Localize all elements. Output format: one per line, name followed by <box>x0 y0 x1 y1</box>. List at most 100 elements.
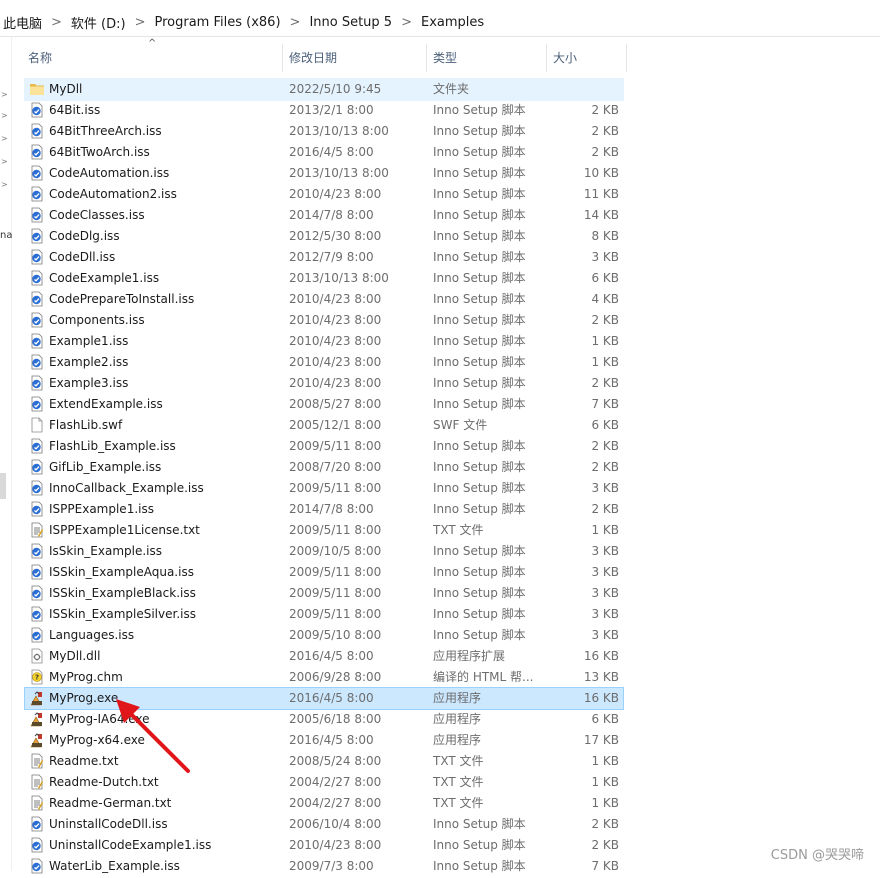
file-size: 7 KB <box>591 859 619 873</box>
file-type: Inno Setup 脚本 <box>433 439 526 453</box>
file-row[interactable]: Example1.iss 2010/4/23 8:00 Inno Setup 脚本 1… <box>24 330 624 353</box>
file-row[interactable]: FlashLib.swf 2005/12/1 8:00 SWF 文件 6 KB <box>24 414 624 437</box>
file-row[interactable]: 64BitThreeArch.iss 2013/10/13 8:00 Inno Se… <box>24 120 624 143</box>
sort-ascending-icon: ^ <box>148 38 157 49</box>
file-date: 2009/5/11 8:00 <box>289 586 382 600</box>
column-header-size[interactable]: 大小 <box>553 44 577 72</box>
iss-file-icon <box>29 564 45 580</box>
file-size: 7 KB <box>591 397 619 411</box>
file-row[interactable]: CodeExample1.iss 2013/10/13 8:00 Inno Setu… <box>24 267 624 290</box>
expand-arrow-icon[interactable]: > <box>1 111 8 120</box>
file-date: 2014/7/8 8:00 <box>289 208 374 222</box>
file-size: 2 KB <box>591 817 619 831</box>
breadcrumb-separator-icon[interactable]: > <box>129 15 152 30</box>
file-row[interactable]: Readme-Dutch.txt 2004/2/27 8:00 TXT 文件 1 KB <box>24 771 624 794</box>
breadcrumb-item[interactable]: Program Files (x86) <box>152 15 284 30</box>
file-row[interactable]: GifLib_Example.iss 2008/7/20 8:00 Inno Set… <box>24 456 624 479</box>
file-row[interactable]: Readme.txt 2008/5/24 8:00 TXT 文件 1 KB <box>24 750 624 773</box>
file-date: 2013/10/13 8:00 <box>289 124 389 138</box>
file-row[interactable]: ISSkin_ExampleBlack.iss 2009/5/11 8:00 Inn… <box>24 582 624 605</box>
file-row[interactable]: ? MyProg.chm 2006/9/28 8:00 编译的 HTML 帮... 13… <box>24 666 624 689</box>
file-row[interactable]: ISSkin_ExampleSilver.iss 2009/5/11 8:00 In… <box>24 603 624 626</box>
column-header-date[interactable]: 修改日期 <box>289 44 337 72</box>
file-row[interactable]: CodeAutomation2.iss 2010/4/23 8:00 Inno Se… <box>24 183 624 206</box>
file-type: 编译的 HTML 帮... <box>433 670 534 684</box>
file-row[interactable]: CodeDll.iss 2012/7/9 8:00 Inno Setup 脚本 3 K… <box>24 246 624 269</box>
file-date: 2006/10/4 8:00 <box>289 817 382 831</box>
file-size: 10 KB <box>583 166 619 180</box>
file-row[interactable]: UninstallCodeDll.iss 2006/10/4 8:00 Inno S… <box>24 813 624 836</box>
column-header-name[interactable]: 名称 <box>28 44 52 72</box>
file-date: 2016/4/5 8:00 <box>289 145 374 159</box>
file-name: CodeDlg.iss <box>49 229 120 243</box>
file-row[interactable]: MyProg.exe 2016/4/5 8:00 应用程序 16 KB <box>24 687 624 710</box>
file-row[interactable]: FlashLib_Example.iss 2009/5/11 8:00 Inno S… <box>24 435 624 458</box>
file-row[interactable]: ISPPExample1.iss 2014/7/8 8:00 Inno Setup … <box>24 498 624 521</box>
navigation-pane[interactable]: > > > > > na <box>0 37 12 871</box>
iss-file-icon <box>29 501 45 517</box>
file-name: Example2.iss <box>49 355 129 369</box>
svg-text:?: ? <box>35 674 39 682</box>
breadcrumb-item[interactable]: 软件 (D:) <box>68 13 129 32</box>
column-divider[interactable] <box>546 44 547 72</box>
file-name: ExtendExample.iss <box>49 397 163 411</box>
file-name: GifLib_Example.iss <box>49 460 162 474</box>
folder-row[interactable]: MyDll 2022/5/10 9:45 文件夹 <box>24 78 624 101</box>
column-divider[interactable] <box>626 44 627 72</box>
file-name: WaterLib_Example.iss <box>49 859 180 873</box>
breadcrumb-separator-icon[interactable]: > <box>284 15 307 30</box>
file-row[interactable]: IsSkin_Example.iss 2009/10/5 8:00 Inno Set… <box>24 540 624 563</box>
expand-arrow-icon[interactable]: > <box>1 134 8 143</box>
file-row[interactable]: Readme-German.txt 2004/2/27 8:00 TXT 文件 1 K… <box>24 792 624 815</box>
file-row[interactable]: Components.iss 2010/4/23 8:00 Inno Setup 脚… <box>24 309 624 332</box>
file-row[interactable]: MyProg-x64.exe 2016/4/5 8:00 应用程序 17 KB <box>24 729 624 752</box>
file-name: ISPPExample1.iss <box>49 502 154 516</box>
file-row[interactable]: ISSkin_ExampleAqua.iss 2009/5/11 8:00 Inno… <box>24 561 624 584</box>
file-type: Inno Setup 脚本 <box>433 607 526 621</box>
iss-file-icon <box>29 438 45 454</box>
file-row[interactable]: UninstallCodeExample1.iss 2010/4/23 8:00 I… <box>24 834 624 857</box>
file-size: 1 KB <box>591 523 619 537</box>
file-row[interactable]: MyProg-IA64.exe 2005/6/18 8:00 应用程序 6 KB <box>24 708 624 731</box>
file-row[interactable]: CodeAutomation.iss 2013/10/13 8:00 Inno Se… <box>24 162 624 185</box>
file-row[interactable]: Example2.iss 2010/4/23 8:00 Inno Setup 脚本 1… <box>24 351 624 374</box>
breadcrumb-item[interactable]: 此电脑 <box>0 13 45 32</box>
address-bar[interactable]: 此电脑 > 软件 (D:) > Program Files (x86) > Inno Set… <box>0 8 880 37</box>
nav-selected-item[interactable] <box>0 473 6 499</box>
file-row[interactable]: ExtendExample.iss 2008/5/27 8:00 Inno Setu… <box>24 393 624 416</box>
file-type: Inno Setup 脚本 <box>433 376 526 390</box>
chm-file-icon: ? <box>29 669 45 685</box>
column-divider[interactable] <box>426 44 427 72</box>
breadcrumb-separator-icon[interactable]: > <box>45 15 68 30</box>
file-name: MyProg-IA64.exe <box>49 712 150 726</box>
file-row[interactable]: 64BitTwoArch.iss 2016/4/5 8:00 Inno Setup … <box>24 141 624 164</box>
expand-arrow-icon[interactable]: > <box>1 90 8 99</box>
file-row[interactable]: CodeDlg.iss 2012/5/30 8:00 Inno Setup 脚本 8 … <box>24 225 624 248</box>
file-row[interactable]: Languages.iss 2009/5/10 8:00 Inno Setup 脚本… <box>24 624 624 647</box>
file-name: ISSkin_ExampleAqua.iss <box>49 565 194 579</box>
file-size: 1 KB <box>591 334 619 348</box>
breadcrumb-item[interactable]: Examples <box>418 15 487 30</box>
exe-file-icon <box>29 732 45 748</box>
file-row[interactable]: 64Bit.iss 2013/2/1 8:00 Inno Setup 脚本 2 KB <box>24 99 624 122</box>
file-row[interactable]: ISPPExample1License.txt 2009/5/11 8:00 TXT… <box>24 519 624 542</box>
file-row[interactable]: WaterLib_Example.iss 2009/7/3 8:00 Inno Se… <box>24 855 624 878</box>
column-divider[interactable] <box>282 44 283 72</box>
file-size: 3 KB <box>591 607 619 621</box>
breadcrumb-item[interactable]: Inno Setup 5 <box>306 15 395 30</box>
file-type: Inno Setup 脚本 <box>433 397 526 411</box>
column-header-type[interactable]: 类型 <box>433 44 457 72</box>
nav-item-label[interactable]: na <box>0 230 12 241</box>
file-size: 3 KB <box>591 481 619 495</box>
file-row[interactable]: MyDll.dll 2016/4/5 8:00 应用程序扩展 16 KB <box>24 645 624 668</box>
file-row[interactable]: CodeClasses.iss 2014/7/8 8:00 Inno Setup 脚… <box>24 204 624 227</box>
file-size: 2 KB <box>591 145 619 159</box>
file-row[interactable]: Example3.iss 2010/4/23 8:00 Inno Setup 脚本 2… <box>24 372 624 395</box>
expand-arrow-icon[interactable]: > <box>1 157 8 166</box>
file-row[interactable]: InnoCallback_Example.iss 2009/5/11 8:00 In… <box>24 477 624 500</box>
file-row[interactable]: CodePrepareToInstall.iss 2010/4/23 8:00 In… <box>24 288 624 311</box>
file-date: 2008/5/24 8:00 <box>289 754 382 768</box>
file-type: 应用程序 <box>433 712 482 726</box>
breadcrumb-separator-icon[interactable]: > <box>395 15 418 30</box>
expand-arrow-icon[interactable]: > <box>1 180 8 189</box>
